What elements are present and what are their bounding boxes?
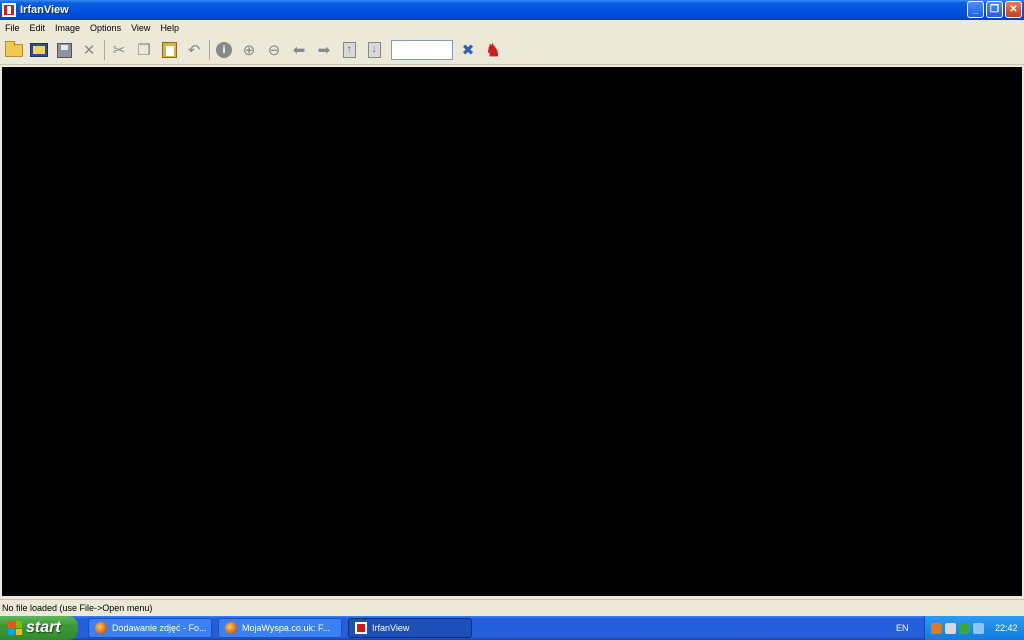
- last-page-icon[interactable]: ↓: [363, 39, 385, 61]
- open-folder-icon[interactable]: [3, 39, 25, 61]
- close-button[interactable]: ✕: [1005, 1, 1022, 18]
- first-page-icon[interactable]: ↑: [338, 39, 360, 61]
- start-button[interactable]: start: [0, 616, 78, 640]
- taskbar-button-irfanview[interactable]: IrfanView: [348, 618, 472, 638]
- system-tray: 22:42: [924, 616, 1024, 640]
- save-icon[interactable]: [53, 39, 75, 61]
- tray-volume-icon[interactable]: [973, 622, 984, 634]
- zoom-input[interactable]: [391, 40, 453, 60]
- cut-icon[interactable]: ✂: [108, 39, 130, 61]
- toolbar: ✕ ✂ ❐ ↶ i ⊕ ⊖ ⬅ ➡ ↑ ↓ ✖ ♞: [0, 36, 1024, 65]
- delete-icon[interactable]: ✕: [78, 39, 100, 61]
- maximize-button[interactable]: ❐: [986, 1, 1003, 18]
- tray-shield-icon[interactable]: [945, 622, 956, 634]
- zoom-out-icon[interactable]: ⊖: [263, 39, 285, 61]
- taskbar-button-firefox-2[interactable]: MojaWyspa.co.uk: F...: [218, 618, 342, 638]
- firefox-icon: [225, 622, 237, 634]
- image-canvas[interactable]: [2, 67, 1022, 596]
- paste-icon[interactable]: [158, 39, 180, 61]
- title-bar[interactable]: IrfanView _ ❐ ✕: [0, 0, 1024, 20]
- firefox-icon: [95, 622, 107, 634]
- menu-file[interactable]: File: [0, 23, 25, 33]
- toolbar-separator: [209, 40, 210, 60]
- windows-logo-icon: [8, 621, 22, 635]
- taskbar-button-firefox-1[interactable]: Dodawanie zdjęć - Fo...: [88, 618, 212, 638]
- window-controls: _ ❐ ✕: [967, 1, 1022, 18]
- menu-image[interactable]: Image: [50, 23, 85, 33]
- window-title: IrfanView: [20, 4, 69, 16]
- irfanview-icon: [355, 622, 367, 634]
- menu-view[interactable]: View: [126, 23, 155, 33]
- menu-help[interactable]: Help: [155, 23, 184, 33]
- toolbar-separator: [104, 40, 105, 60]
- start-label: start: [26, 619, 61, 636]
- copy-icon[interactable]: ❐: [133, 39, 155, 61]
- prev-arrow-icon[interactable]: ⬅: [288, 39, 310, 61]
- irfanview-logo-icon[interactable]: ♞: [482, 39, 504, 61]
- slideshow-icon[interactable]: [28, 39, 50, 61]
- undo-icon[interactable]: ↶: [183, 39, 205, 61]
- menu-bar: File Edit Image Options View Help: [0, 20, 1024, 36]
- next-arrow-icon[interactable]: ➡: [313, 39, 335, 61]
- status-bar: No file loaded (use File->Open menu): [0, 599, 1024, 616]
- menu-edit[interactable]: Edit: [25, 23, 51, 33]
- zoom-in-icon[interactable]: ⊕: [238, 39, 260, 61]
- settings-icon[interactable]: ✖: [457, 39, 479, 61]
- status-text: No file loaded (use File->Open menu): [2, 603, 153, 613]
- language-indicator[interactable]: EN: [896, 619, 909, 637]
- taskbar: start Dodawanie zdjęć - Fo... MojaWyspa.…: [0, 616, 1024, 640]
- tray-network-icon[interactable]: [959, 622, 970, 634]
- minimize-button[interactable]: _: [967, 1, 984, 18]
- info-icon[interactable]: i: [213, 39, 235, 61]
- task-label: IrfanView: [372, 623, 410, 633]
- clock[interactable]: 22:42: [995, 623, 1018, 633]
- task-label: Dodawanie zdjęć - Fo...: [112, 623, 207, 633]
- irfanview-app-icon[interactable]: [2, 3, 16, 17]
- task-label: MojaWyspa.co.uk: F...: [242, 623, 330, 633]
- menu-options[interactable]: Options: [85, 23, 126, 33]
- tray-app-icon[interactable]: [931, 622, 942, 634]
